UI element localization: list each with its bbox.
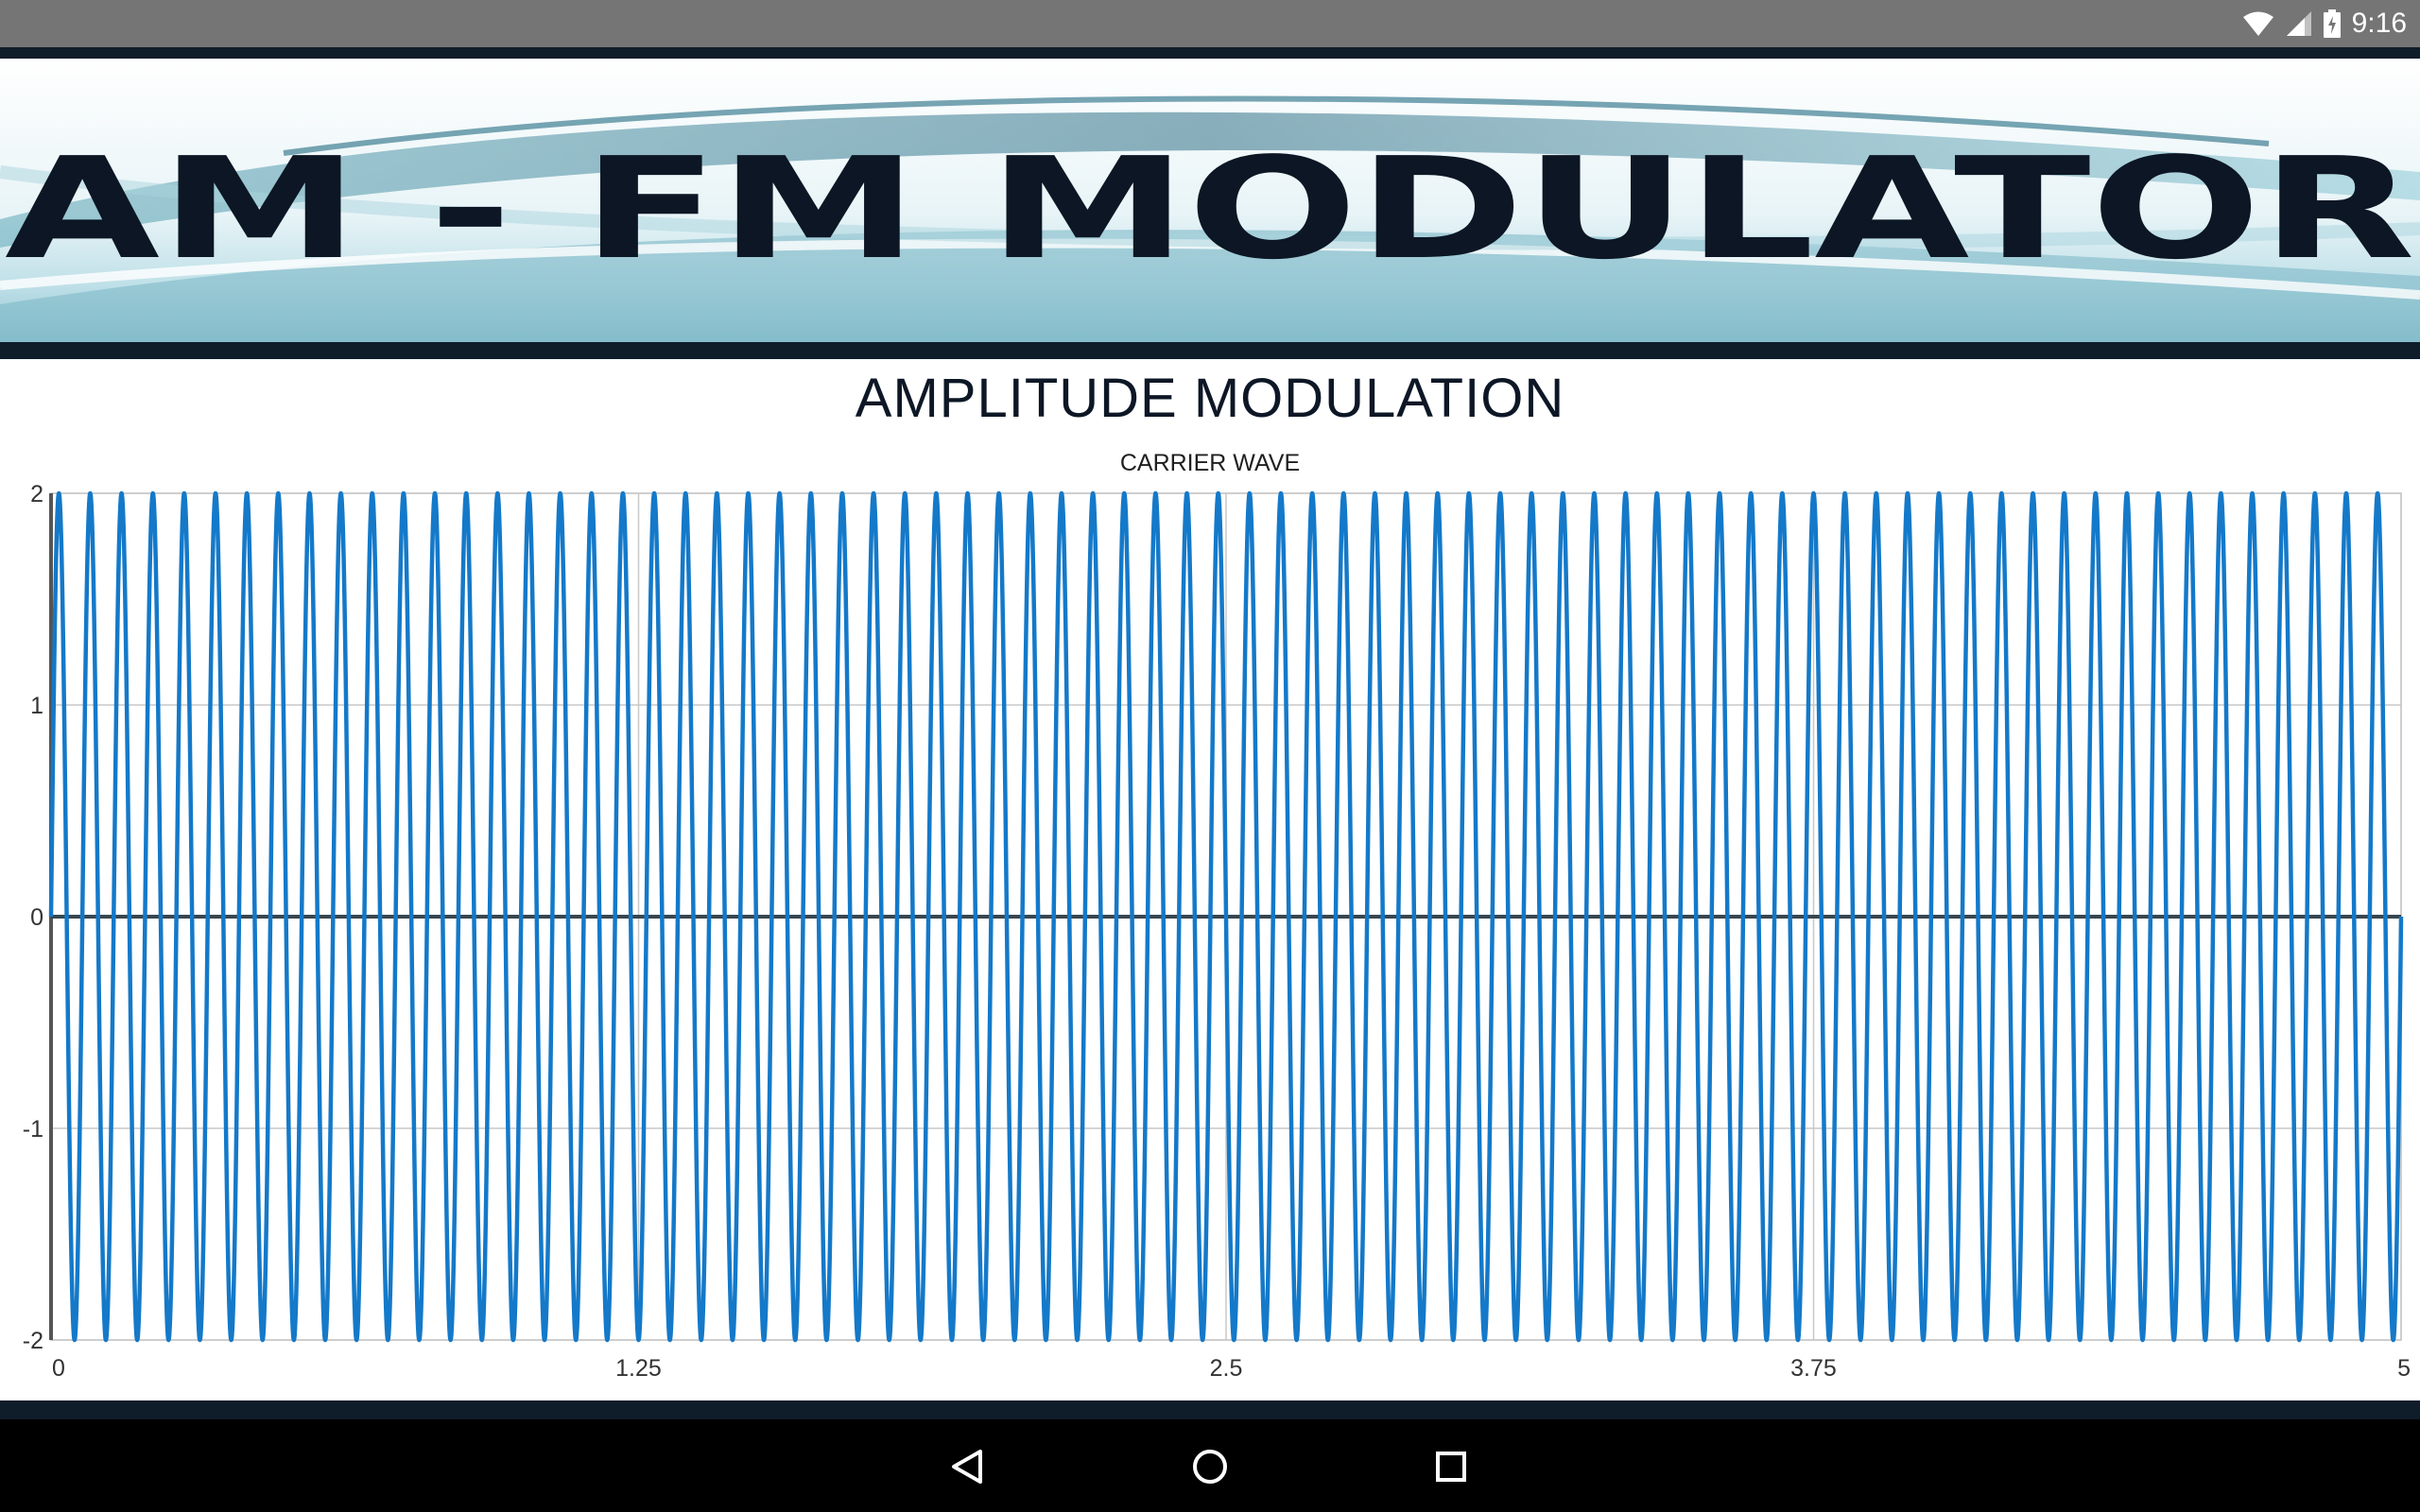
recents-button[interactable]	[1423, 1438, 1479, 1495]
x-tick-label: 3.75	[1790, 1355, 1837, 1382]
x-tick-label: 1.25	[615, 1355, 662, 1382]
banner-title: AM - FM MODULATOR	[5, 128, 2415, 290]
y-tick-label: 2	[30, 481, 43, 507]
x-tick-label: 5	[2397, 1355, 2411, 1382]
carrier-wave-chart[interactable]: 2 1 0 -1 -2 0 1.25 2.5 3.75 5	[0, 472, 2420, 1408]
y-tick-label: -2	[23, 1328, 43, 1354]
battery-charging-icon	[2323, 9, 2341, 38]
status-time: 9:16	[2351, 8, 2407, 39]
cellular-signal-icon	[2286, 11, 2311, 36]
banner-logo: AM - FM MODULATOR	[5, 128, 2415, 290]
home-icon	[1193, 1450, 1227, 1484]
banner-bottom-strip	[0, 342, 2420, 359]
back-button[interactable]	[941, 1438, 997, 1495]
x-tick-label: 0	[52, 1355, 65, 1382]
page-title: AMPLITUDE MODULATION	[855, 368, 1565, 429]
app-header-strip	[0, 47, 2420, 59]
recents-icon	[1436, 1452, 1466, 1482]
home-button[interactable]	[1182, 1438, 1238, 1495]
status-bar: 9:16	[0, 0, 2420, 47]
y-tick-label: 1	[30, 693, 43, 719]
x-tick-label: 2.5	[1210, 1355, 1243, 1382]
y-tick-label: -1	[23, 1116, 43, 1143]
back-icon	[952, 1450, 982, 1484]
y-tick-label: 0	[30, 904, 43, 931]
wifi-icon	[2242, 11, 2273, 36]
bottom-strip	[0, 1400, 2420, 1419]
app-banner: AM - FM MODULATOR	[0, 59, 2420, 342]
status-icons: 9:16	[2242, 0, 2407, 47]
navigation-bar	[0, 1419, 2420, 1512]
